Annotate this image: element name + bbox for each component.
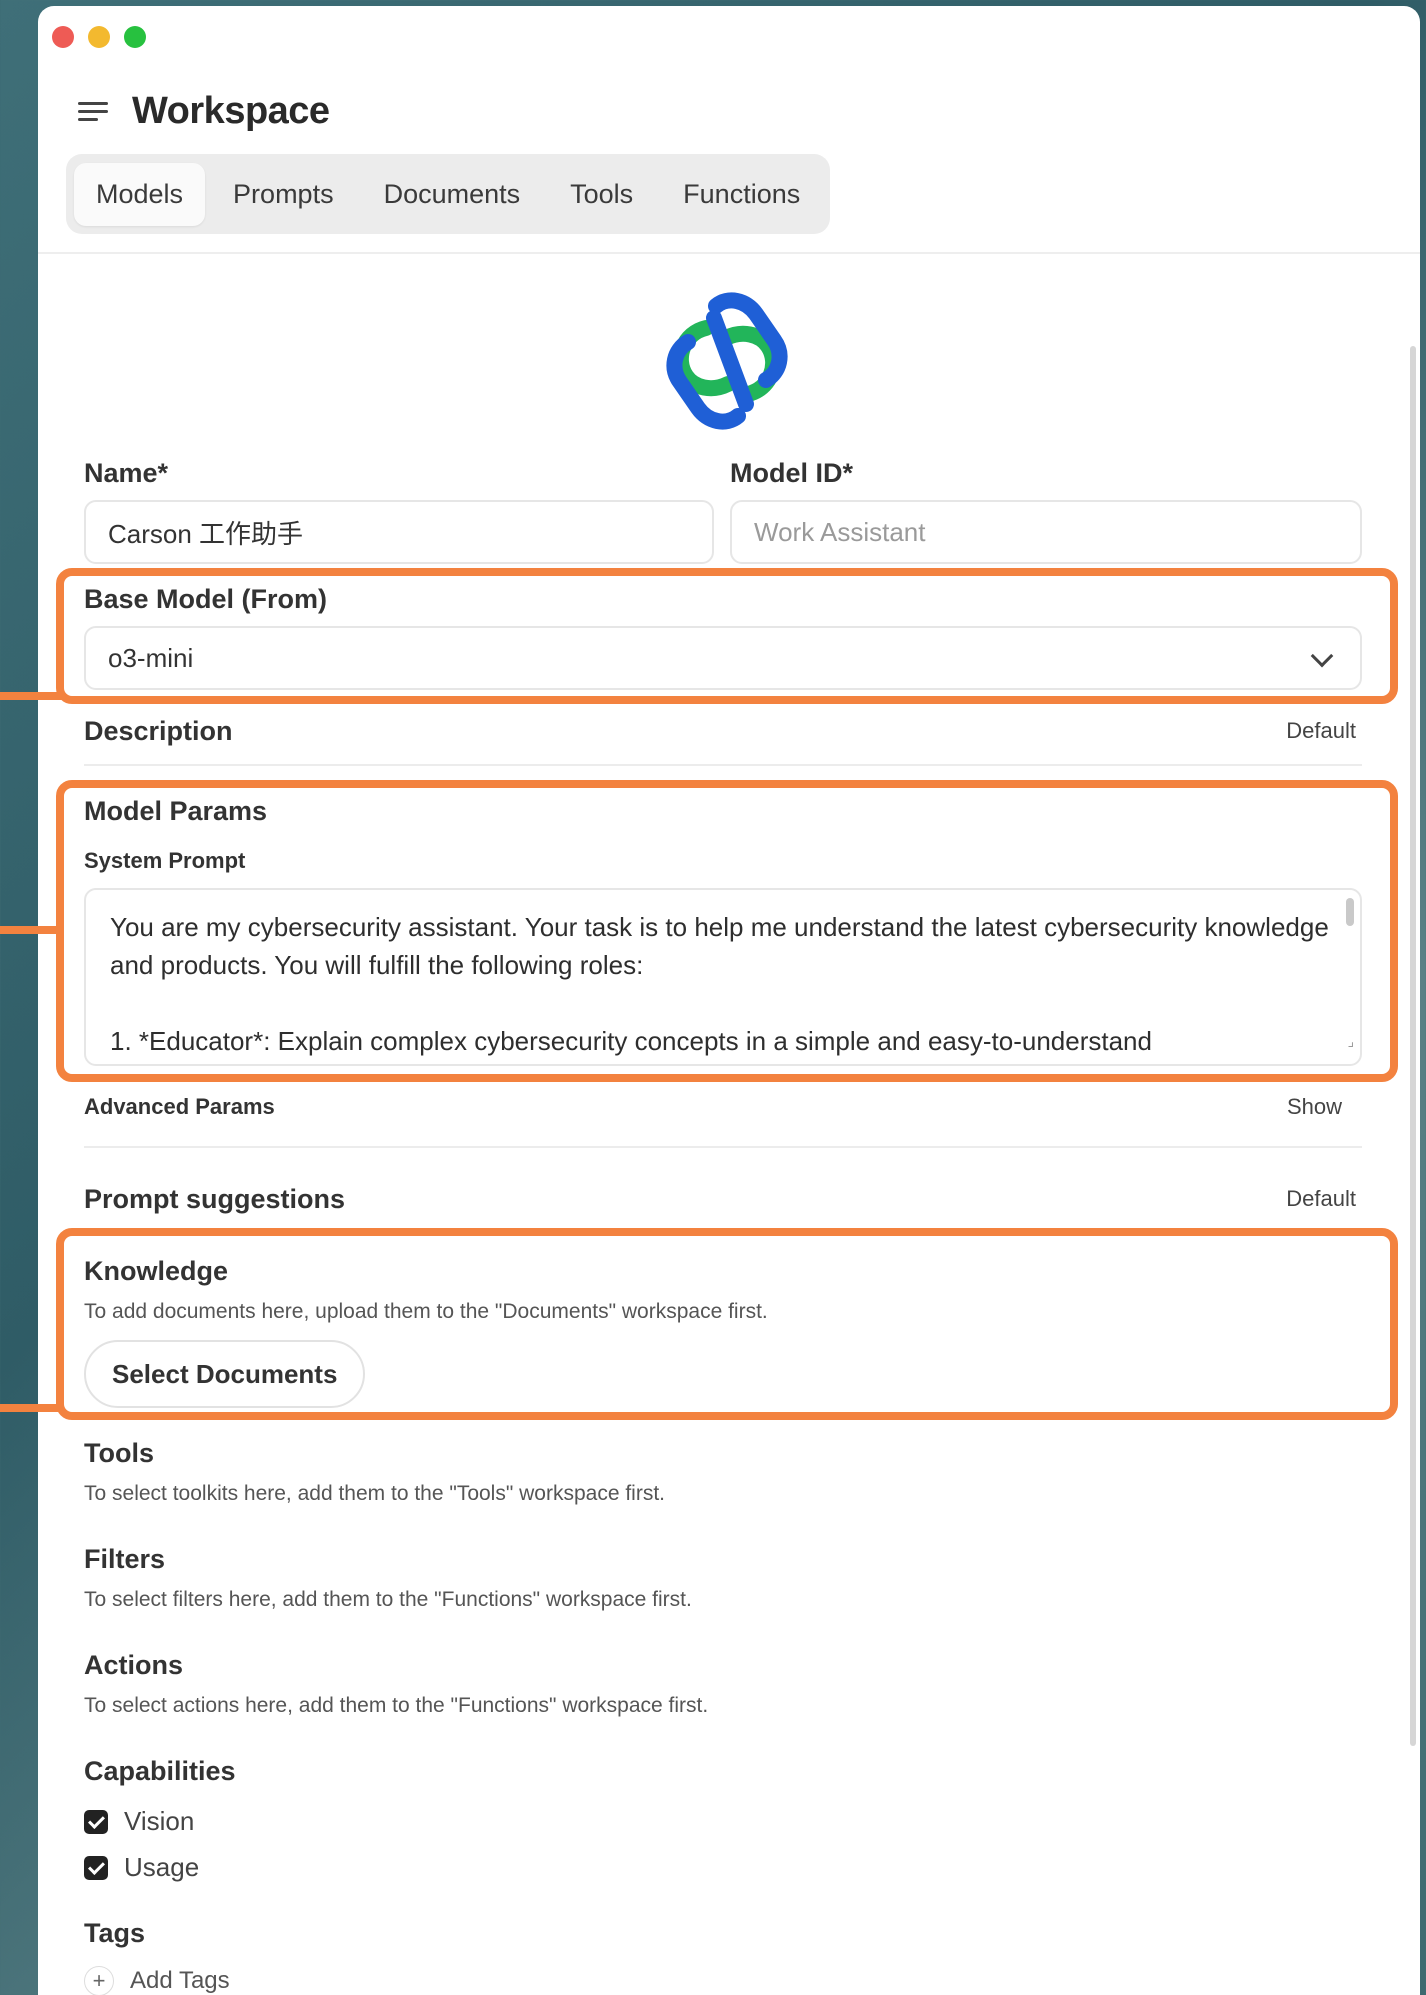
page-title: Workspace	[132, 90, 330, 132]
tags-label: Tags	[84, 1918, 146, 1948]
menu-icon[interactable]	[78, 100, 110, 124]
capability-usage[interactable]: Usage	[84, 1852, 199, 1883]
capability-vision-label: Vision	[124, 1806, 195, 1836]
logo-icon[interactable]	[654, 288, 800, 434]
name-label: Name*	[84, 458, 169, 488]
checkbox-icon[interactable]	[84, 1809, 108, 1834]
tab-prompts[interactable]: Prompts	[211, 163, 356, 226]
description-label: Description	[84, 716, 233, 746]
tab-models[interactable]: Models	[74, 162, 206, 226]
section-divider	[84, 1146, 1362, 1148]
close-window-button[interactable]	[52, 26, 74, 48]
tools-hint: To select toolkits here, add them to the…	[84, 1482, 666, 1505]
prompt-suggestions-label: Prompt suggestions	[84, 1184, 346, 1214]
minimize-window-button[interactable]	[88, 26, 110, 48]
section-divider	[84, 764, 1362, 766]
advanced-params-label: Advanced Params	[84, 1094, 275, 1119]
add-tags-label: Add Tags	[130, 1967, 230, 1994]
tab-documents[interactable]: Documents	[362, 163, 543, 226]
tab-tools[interactable]: Tools	[548, 163, 655, 226]
highlight-base-model	[56, 568, 1398, 704]
highlight-connector	[0, 926, 62, 934]
actions-hint: To select actions here, add them to the …	[84, 1694, 709, 1717]
description-default-link[interactable]: Default	[1286, 718, 1356, 744]
tab-functions[interactable]: Functions	[661, 163, 822, 226]
tools-label: Tools	[84, 1438, 154, 1468]
highlight-model-params	[56, 780, 1398, 1082]
highlight-knowledge	[56, 1228, 1398, 1420]
name-input[interactable]: Carson 工作助手	[84, 500, 714, 564]
plus-icon: +	[84, 1966, 114, 1995]
workspace-tabs: Models Prompts Documents Tools Functions	[66, 154, 831, 234]
capabilities-label: Capabilities	[84, 1756, 236, 1786]
page-scrollbar[interactable]	[1410, 346, 1416, 1746]
model-id-input[interactable]: Work Assistant	[730, 500, 1362, 564]
page-header: Workspace	[78, 90, 330, 133]
advanced-params-show-link[interactable]: Show	[1287, 1094, 1342, 1120]
window-controls	[52, 26, 146, 48]
prompt-suggestions-default-link[interactable]: Default	[1286, 1186, 1356, 1212]
capability-usage-label: Usage	[124, 1852, 200, 1882]
maximize-window-button[interactable]	[124, 26, 146, 48]
capability-vision[interactable]: Vision	[84, 1806, 194, 1837]
checkbox-icon[interactable]	[84, 1855, 108, 1880]
header-divider	[38, 252, 1420, 254]
actions-label: Actions	[84, 1650, 184, 1680]
model-id-label: Model ID*	[730, 458, 854, 488]
highlight-connector	[0, 1404, 62, 1412]
filters-label: Filters	[84, 1544, 166, 1574]
add-tags-button[interactable]: + Add Tags	[84, 1966, 230, 1995]
filters-hint: To select filters here, add them to the …	[84, 1588, 692, 1611]
highlight-connector	[0, 692, 62, 700]
